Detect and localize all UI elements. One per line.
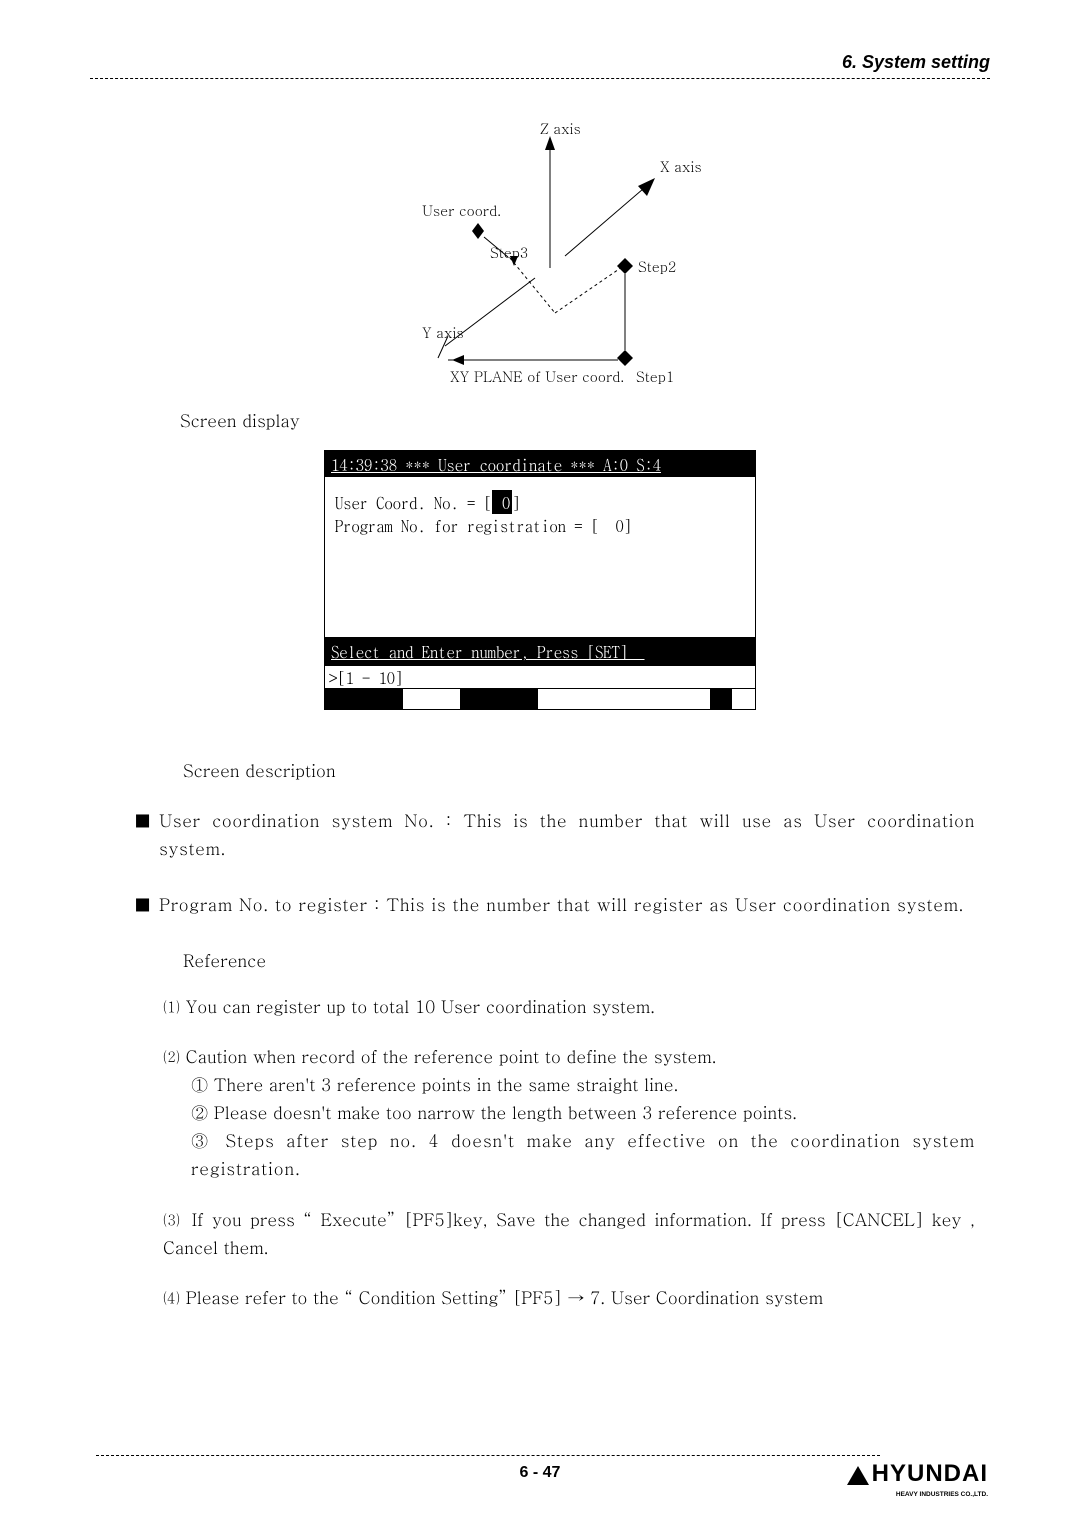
console-body: User Coord. No. = [ 0] Program No. for r… bbox=[325, 477, 755, 637]
fkey-gap bbox=[538, 689, 595, 709]
page-number: 6 - 47 bbox=[520, 1464, 561, 1482]
console-window: 14:39:38 *** User coordinate *** A:0 S:4… bbox=[324, 450, 756, 710]
fkey-gap bbox=[596, 689, 653, 709]
ref-item-2-sub1: ① There aren't 3 reference points in the… bbox=[191, 1070, 975, 1098]
ref-item-2: ⑵ Caution when record of the reference p… bbox=[163, 1042, 975, 1182]
console-highlight-value: 0 bbox=[492, 490, 513, 514]
fkey-gap bbox=[403, 689, 460, 709]
bullet-text: User coordination system No. : This is t… bbox=[159, 806, 975, 862]
chapter-header: 6. System setting bbox=[842, 52, 990, 73]
ref-item-text: ⑷ Please refer to the “ Condition Settin… bbox=[163, 1285, 823, 1309]
logo-subtext: HEAVY INDUSTRIES CO.,LTD. bbox=[896, 1491, 988, 1498]
hyundai-logo: HYUNDAI HEAVY INDUSTRIES CO.,LTD. bbox=[847, 1460, 988, 1488]
logo-triangle-icon bbox=[847, 1466, 869, 1485]
y-axis-label: Y axis bbox=[422, 322, 464, 342]
fkey-block bbox=[460, 689, 538, 709]
z-axis-label: Z axis bbox=[540, 118, 581, 138]
bullet-item: ■ Program No. to register : This is the … bbox=[105, 890, 975, 918]
ref-item-text: ⑶ If you press “ Execute” [PF5]key, Save… bbox=[163, 1205, 975, 1261]
square-bullet-icon: ■ bbox=[135, 806, 159, 862]
square-bullet-icon: ■ bbox=[135, 890, 159, 918]
console-status-line: Select and Enter number, Press [SET] bbox=[325, 637, 755, 665]
console-line2: Program No. for registration = [ 0] bbox=[335, 513, 632, 537]
step3-label: Step3 bbox=[490, 242, 528, 262]
step1-label: Step1 bbox=[636, 366, 674, 386]
ref-item-1: ⑴ You can register up to total 10 User c… bbox=[163, 992, 975, 1020]
ref-item-2-sub2: ② Please doesn't make too narrow the len… bbox=[191, 1098, 975, 1126]
fkey-gap bbox=[732, 689, 755, 709]
console-line1-prefix: User Coord. No. = [ bbox=[335, 490, 492, 514]
fkey-gap bbox=[653, 689, 710, 709]
fkey-block-small bbox=[710, 689, 732, 709]
reference-heading: Reference bbox=[183, 946, 975, 974]
fkey-block bbox=[325, 689, 403, 709]
content-area: Screen description ■ User coordination s… bbox=[105, 756, 975, 1333]
ref-item-text: ⑴ You can register up to total 10 User c… bbox=[163, 994, 655, 1018]
user-coord-label: User coord. bbox=[422, 200, 501, 220]
console-input-row: >[1 - 10] bbox=[325, 666, 755, 688]
xy-plane-label: XY PLANE of User coord. bbox=[450, 366, 624, 386]
ref-item-4: ⑷ Please refer to the “ Condition Settin… bbox=[163, 1283, 975, 1311]
step2-label: Step2 bbox=[638, 256, 676, 276]
logo-text: HYUNDAI bbox=[872, 1460, 988, 1488]
console-line1-suffix: ] bbox=[512, 490, 520, 514]
ref-item-2-sub3: ③ Steps after step no. 4 doesn't make an… bbox=[191, 1126, 975, 1182]
page: 6. System setting bbox=[0, 0, 1080, 1528]
screen-description-heading: Screen description bbox=[183, 756, 975, 784]
bullet-item: ■ User coordination system No. : This is… bbox=[105, 806, 975, 862]
ref-item-3: ⑶ If you press “ Execute” [PF5]key, Save… bbox=[163, 1205, 975, 1261]
header-rule bbox=[90, 78, 990, 79]
footer-rule bbox=[96, 1455, 880, 1456]
x-axis-label: X axis bbox=[660, 156, 702, 176]
console-titlebar: 14:39:38 *** User coordinate *** A:0 S:4 bbox=[325, 451, 755, 477]
bullet-text: Program No. to register : This is the nu… bbox=[159, 890, 975, 918]
coord-diagram: Z axis X axis User coord. Step3 Step2 Y … bbox=[360, 118, 720, 398]
ref-item-text: ⑵ Caution when record of the reference p… bbox=[163, 1042, 975, 1070]
screen-display-heading: Screen display bbox=[180, 408, 300, 432]
console-function-keys bbox=[325, 688, 755, 709]
